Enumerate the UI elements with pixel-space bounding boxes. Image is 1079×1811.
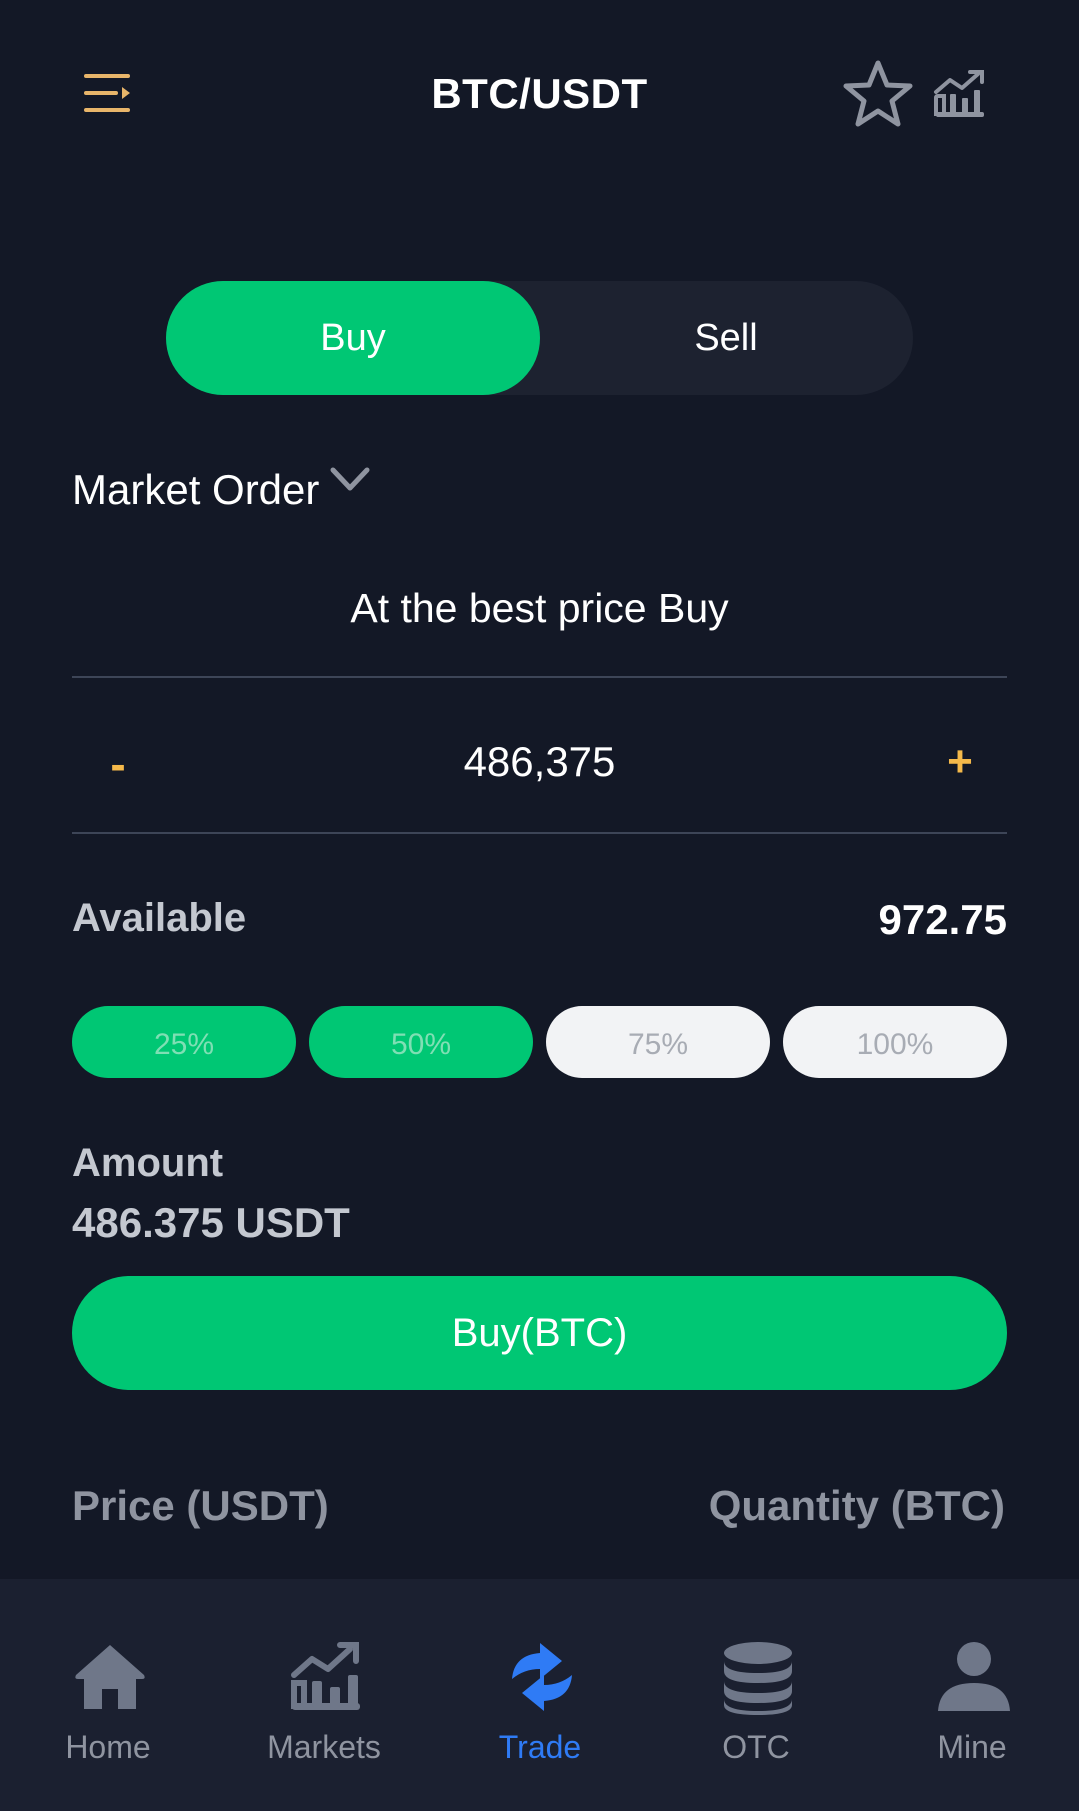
nav-markets[interactable]: Markets bbox=[216, 1579, 432, 1811]
nav-trade[interactable]: Trade bbox=[432, 1579, 648, 1811]
bottom-nav: Home Markets Trade OTC Mine bbox=[0, 1579, 1079, 1811]
sell-tab[interactable]: Sell bbox=[539, 281, 913, 395]
available-value: 972.75 bbox=[878, 896, 1007, 943]
buy-tab[interactable]: Buy bbox=[166, 281, 540, 395]
nav-markets-label: Markets bbox=[267, 1729, 381, 1765]
trade-icon bbox=[512, 1643, 572, 1711]
best-price-text: At the best price Buy bbox=[350, 585, 729, 631]
quantity-value[interactable]: 486,375 bbox=[0, 738, 1079, 786]
buy-btc-button[interactable]: Buy(BTC) bbox=[72, 1276, 1007, 1390]
percent-25-button[interactable]: 25% bbox=[72, 1006, 296, 1078]
page-title: BTC/USDT bbox=[431, 70, 648, 117]
app-header: BTC/USDT bbox=[0, 0, 1079, 190]
nav-mine[interactable]: Mine bbox=[864, 1579, 1079, 1811]
percent-50-button[interactable]: 50% bbox=[309, 1006, 533, 1078]
order-type-dropdown[interactable]: Market Order bbox=[72, 466, 373, 514]
nav-trade-label: Trade bbox=[498, 1729, 582, 1765]
amount-label: Amount bbox=[72, 1141, 224, 1185]
increase-button[interactable]: + bbox=[940, 737, 980, 793]
markets-icon bbox=[291, 1642, 360, 1710]
nav-otc[interactable]: OTC bbox=[648, 1579, 864, 1811]
buy-sell-toggle: Buy Sell bbox=[166, 281, 913, 395]
quantity-column-header: Quantity (BTC) bbox=[708, 1482, 1005, 1529]
amount-value: 486.375 USDT bbox=[72, 1199, 350, 1246]
home-icon bbox=[75, 1645, 145, 1709]
chart-icon[interactable] bbox=[932, 68, 988, 120]
star-icon[interactable] bbox=[842, 58, 914, 130]
trade-screen: BTC/USDT Buy Sell Market Order At the be… bbox=[0, 0, 1079, 1811]
user-icon bbox=[938, 1642, 1010, 1711]
order-type-label: Market Order bbox=[72, 466, 320, 513]
available-label: Available bbox=[72, 896, 247, 940]
nav-otc-label: OTC bbox=[722, 1729, 790, 1765]
percent-100-button[interactable]: 100% bbox=[783, 1006, 1007, 1078]
price-column-header: Price (USDT) bbox=[72, 1482, 329, 1529]
coins-icon bbox=[724, 1642, 792, 1715]
nav-home[interactable]: Home bbox=[0, 1579, 216, 1811]
percent-buttons: 25% 50% 75% 100% bbox=[72, 1006, 1007, 1078]
percent-75-button[interactable]: 75% bbox=[546, 1006, 770, 1078]
nav-home-label: Home bbox=[65, 1729, 151, 1765]
divider bbox=[72, 676, 1007, 678]
chevron-down-icon bbox=[330, 467, 370, 491]
nav-mine-label: Mine bbox=[937, 1729, 1007, 1765]
divider bbox=[72, 832, 1007, 834]
